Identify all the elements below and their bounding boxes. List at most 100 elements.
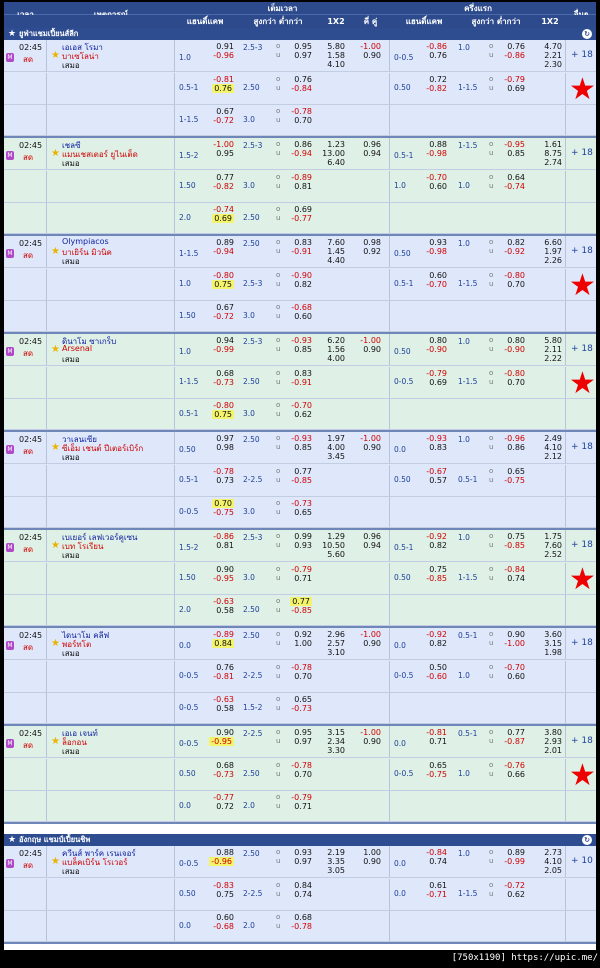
home-win-odds[interactable]: 1.29 [327,532,345,541]
over-odds[interactable]: -0.70 [291,401,312,410]
under-odds[interactable]: -0.91 [291,378,312,387]
hdp-home-odds[interactable]: -0.81 [213,75,234,84]
fh-hdp-away-odds[interactable]: 0.60 [429,182,447,191]
fh-draw-odds[interactable]: 2.30 [544,60,562,69]
hdp-home-odds[interactable]: 0.60 [216,913,234,922]
fh-over-odds[interactable]: 0.76 [507,42,525,51]
fh-hdp-home-odds[interactable]: -0.79 [426,369,447,378]
home-win-odds[interactable]: 1.23 [327,140,345,149]
fh-home-win-odds[interactable]: 2.49 [544,434,562,443]
draw-odds[interactable]: 3.30 [327,746,345,755]
odd-odds[interactable]: -1.00 [360,42,381,51]
hdp-home-odds[interactable]: -0.63 [213,695,234,704]
fh-hdp-away-odds[interactable]: -0.90 [426,345,447,354]
odd-odds[interactable]: -1.00 [360,728,381,737]
hdp-away-odds[interactable]: -0.68 [213,922,234,931]
fh-over-odds[interactable]: 0.64 [507,173,525,182]
fh-hdp-away-odds[interactable]: 0.76 [429,51,447,60]
under-odds[interactable]: 0.70 [294,770,312,779]
over-odds[interactable]: -0.78 [291,107,312,116]
over-odds[interactable]: -0.93 [291,336,312,345]
fh-over-odds[interactable]: 0.89 [507,848,525,857]
under-odds[interactable]: 0.97 [294,737,312,746]
fh-under-odds[interactable]: -0.92 [504,247,525,256]
hdp-away-odds[interactable]: -0.95 [213,574,234,583]
even-odds[interactable]: 0.90 [363,51,381,60]
fh-hdp-home-odds[interactable]: 0.75 [429,565,447,574]
fh-hdp-home-odds[interactable]: -0.81 [426,728,447,737]
over-odds[interactable]: 0.65 [294,695,312,704]
fh-under-odds[interactable]: 0.66 [507,770,525,779]
fh-away-win-odds[interactable]: 4.10 [544,443,562,452]
fh-hdp-away-odds[interactable]: -0.70 [426,280,447,289]
match-info-icon[interactable]: M [6,859,14,868]
hdp-away-odds[interactable]: 0.76 [212,84,234,93]
fh-hdp-home-odds[interactable]: 0.80 [429,336,447,345]
fh-under-odds[interactable]: -0.86 [504,51,525,60]
under-odds[interactable]: -0.73 [291,704,312,713]
fh-under-odds[interactable]: 0.69 [507,84,525,93]
fh-home-win-odds[interactable]: 3.80 [544,728,562,737]
under-odds[interactable]: -0.84 [291,84,312,93]
hdp-away-odds[interactable]: -0.73 [213,770,234,779]
hdp-away-odds[interactable]: -0.99 [213,345,234,354]
under-odds[interactable]: 0.85 [294,443,312,452]
fh-under-odds[interactable]: 0.86 [507,443,525,452]
over-odds[interactable]: -0.90 [291,271,312,280]
fh-over-odds[interactable]: -0.70 [504,663,525,672]
even-odds[interactable]: 0.94 [363,149,381,158]
hdp-home-odds[interactable]: 0.97 [216,434,234,443]
even-odds[interactable]: 0.92 [363,247,381,256]
fh-hdp-home-odds[interactable]: 0.88 [429,140,447,149]
fh-away-win-odds[interactable]: 3.15 [544,639,562,648]
fh-draw-odds[interactable]: 2.05 [544,866,562,875]
hdp-home-odds[interactable]: 0.76 [216,663,234,672]
odd-odds[interactable]: 0.96 [363,532,381,541]
hdp-away-odds[interactable]: 0.95 [216,149,234,158]
hdp-away-odds[interactable]: 0.69 [212,214,234,223]
fh-hdp-away-odds[interactable]: -0.82 [426,84,447,93]
fh-under-odds[interactable]: 0.60 [507,672,525,681]
fh-hdp-away-odds[interactable]: 0.71 [429,737,447,746]
home-win-odds[interactable]: 5.80 [327,42,345,51]
odd-odds[interactable]: 1.00 [363,848,381,857]
fh-hdp-away-odds[interactable]: 0.74 [429,857,447,866]
under-odds[interactable]: 0.74 [294,890,312,899]
hdp-away-odds[interactable]: 0.58 [216,606,234,615]
over-odds[interactable]: 0.95 [294,42,312,51]
fh-over-odds[interactable]: 0.75 [507,532,525,541]
away-win-odds[interactable]: 2.34 [327,737,345,746]
fh-hdp-home-odds[interactable]: -0.86 [426,42,447,51]
more-markets-link[interactable]: + 18 [571,736,593,746]
fh-hdp-home-odds[interactable]: -0.92 [426,630,447,639]
even-odds[interactable]: 0.90 [363,737,381,746]
favorite-star-icon[interactable]: ★ [51,639,60,649]
fh-home-win-odds[interactable]: 5.80 [544,336,562,345]
even-odds[interactable]: 0.90 [363,857,381,866]
fh-hdp-away-odds[interactable]: 0.82 [429,639,447,648]
favorite-star-icon[interactable]: ★ [51,737,60,747]
hdp-home-odds[interactable]: 0.88 [216,848,234,857]
odd-odds[interactable]: -1.00 [360,630,381,639]
hdp-home-odds[interactable]: -0.77 [213,793,234,802]
fh-under-odds[interactable]: 0.74 [507,574,525,583]
fh-over-odds[interactable]: -0.95 [504,140,525,149]
over-odds[interactable]: 0.92 [294,630,312,639]
hdp-home-odds[interactable]: -0.63 [213,597,234,606]
under-odds[interactable]: 0.60 [294,312,312,321]
hdp-away-odds[interactable]: -0.75 [213,508,234,517]
fh-over-odds[interactable]: -0.96 [504,434,525,443]
home-team[interactable]: Olympiacos [62,237,109,246]
fh-over-odds[interactable]: 0.77 [507,728,525,737]
fh-home-win-odds[interactable]: 4.70 [544,42,562,51]
over-odds[interactable]: -0.78 [291,761,312,770]
more-markets-link[interactable]: + 18 [571,50,593,60]
match-info-icon[interactable]: M [6,53,14,62]
fh-over-odds[interactable]: -0.76 [504,761,525,770]
fh-draw-odds[interactable]: 2.12 [544,452,562,461]
fh-under-odds[interactable]: 0.85 [507,149,525,158]
over-odds[interactable]: -0.79 [291,565,312,574]
fh-hdp-home-odds[interactable]: 0.50 [429,663,447,672]
over-odds[interactable]: -0.73 [291,499,312,508]
hdp-home-odds[interactable]: -0.83 [213,881,234,890]
